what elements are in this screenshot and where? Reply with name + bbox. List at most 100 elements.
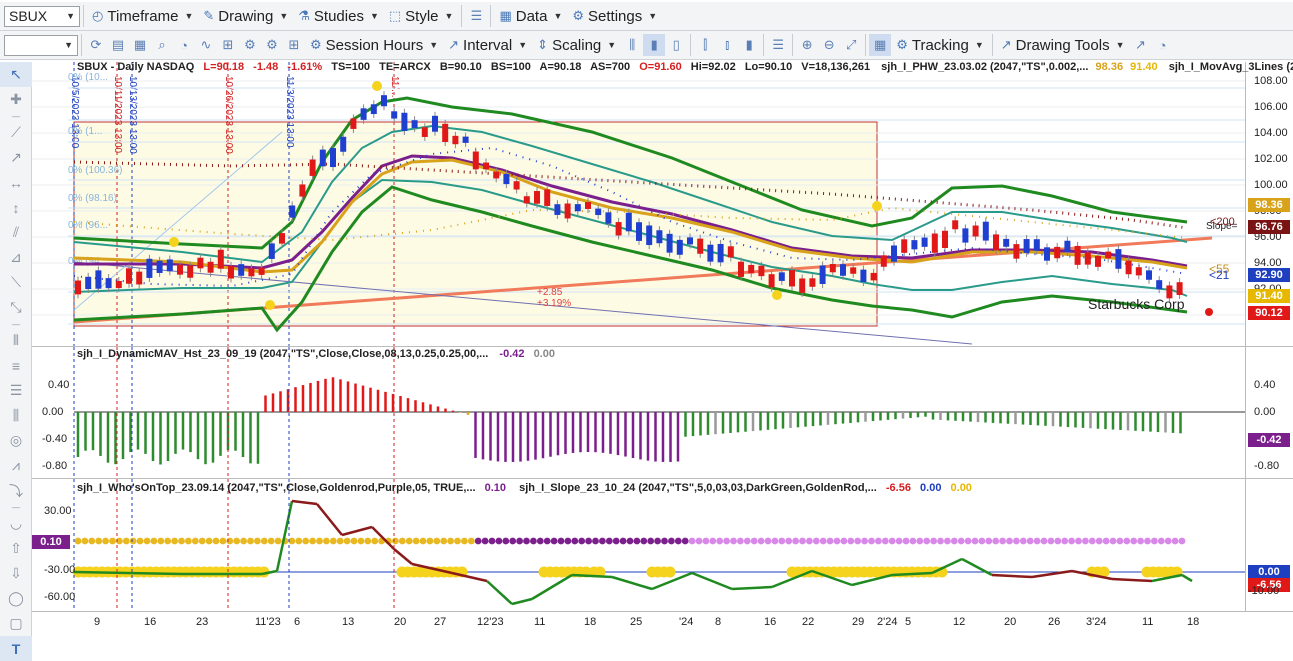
tracking-menu[interactable]: ⚙ Tracking ▼ <box>891 33 989 57</box>
fib-retracement-tool-icon[interactable]: ≡ <box>0 353 32 378</box>
whos-on-top-dot <box>909 537 917 545</box>
bar-type-icon[interactable]: ⫼ <box>621 34 643 56</box>
whos-on-top-dot <box>1116 537 1124 545</box>
refresh-data-icon[interactable]: ⊞ <box>283 34 305 56</box>
grid-icon[interactable]: ▦ <box>129 34 151 56</box>
arc-shape-tool-icon[interactable]: ◡ <box>0 511 32 536</box>
arc-tool-icon[interactable]: ⤵ <box>0 478 32 503</box>
whos-on-top-dot <box>709 537 717 545</box>
hollow-candle-icon[interactable]: ▯ <box>665 34 687 56</box>
candle-up <box>982 221 989 241</box>
candle-down <box>972 225 979 237</box>
whos-on-top-dot <box>916 537 924 545</box>
vertical-line-tool-icon[interactable]: ↕ <box>0 195 32 220</box>
oscillator-chart[interactable] <box>32 479 1245 612</box>
whos-on-top-dot <box>1082 537 1089 545</box>
oscillator-axis[interactable]: 0.00 -6.56 -10.00 <box>1245 478 1293 611</box>
text-tool-icon[interactable]: T <box>0 636 32 661</box>
rectangle-tool-icon[interactable]: ▢ <box>0 611 32 636</box>
wave-icon[interactable]: ∿ <box>195 34 217 56</box>
price-chart[interactable]: 10/5/2023 13:00 10/11/2023 13:00 10/13/202… <box>32 62 1245 346</box>
bars-icon[interactable]: ⫿ <box>694 34 716 56</box>
candle-up <box>370 104 377 115</box>
zoom-in-icon[interactable]: ⊕ <box>796 34 818 56</box>
parallel-channel-tool-icon[interactable]: ⫽ <box>0 220 32 245</box>
studies-menu[interactable]: ⚗ Studies ▼ <box>293 4 384 28</box>
refresh-icon[interactable]: ⟳ <box>85 34 107 56</box>
chevron-down-icon: ▼ <box>429 40 439 50</box>
trendline-tool-icon[interactable]: ⟋ <box>0 120 32 145</box>
ray-tool-icon[interactable]: ↗ <box>0 145 32 170</box>
crosshair-tool-icon[interactable]: ✚ <box>0 87 32 112</box>
table-icon[interactable]: ▦ <box>869 34 892 56</box>
dashboard-icon[interactable]: ◔ <box>1152 34 1174 56</box>
candle-up <box>401 112 408 131</box>
style-menu[interactable]: ⬚ Style ▼ <box>384 4 459 28</box>
whos-on-top-dot <box>661 537 668 545</box>
fib-timezone-tool-icon[interactable]: ⫼ <box>0 403 32 428</box>
candle-down <box>1084 252 1091 265</box>
whos-on-top-dot <box>1068 537 1075 545</box>
arrow-up-tool-icon[interactable]: ⇧ <box>0 536 32 561</box>
histogram-pane[interactable]: 0.40 0.00 -0.40 -0.80 <box>32 346 1245 479</box>
fit-icon[interactable]: ⤢ <box>840 34 862 56</box>
whos-on-top-dot <box>654 537 661 545</box>
whos-on-top-dot <box>875 537 882 545</box>
calendar-icon[interactable]: ▤ <box>107 34 129 56</box>
whos-on-top-value: 0.10 <box>484 482 507 494</box>
whos-on-top-dot <box>633 537 641 545</box>
vertical-bars-tool-icon[interactable]: ⦀ <box>0 328 32 353</box>
zoom-data-icon[interactable]: ⌕ <box>151 34 173 56</box>
trendline-icon[interactable]: ↗ <box>1130 34 1152 56</box>
price-tick-label: 104.00 <box>1254 127 1288 139</box>
params-icon[interactable]: ⚙ <box>261 34 283 56</box>
oscillator-pane[interactable]: 30.00 -30.00 -60.00 0.10 <box>32 478 1245 612</box>
session-hours-menu[interactable]: ⚙ Session Hours ▼ <box>305 33 443 57</box>
regression-tool-icon[interactable]: ⊿ <box>0 245 32 270</box>
chart-icon[interactable]: ⊞ <box>217 34 239 56</box>
price-badge-b4: 91.40 <box>1248 289 1290 303</box>
candle-icon[interactable]: ▮ <box>643 34 666 56</box>
histogram-axis[interactable]: 0.400.00-0.40-0.80-0.42 <box>1245 346 1293 478</box>
spiral-tool-icon[interactable]: ◎ <box>0 428 32 453</box>
slope-line <box>393 548 413 565</box>
timeframe-menu[interactable]: ◴ Timeframe ▼ <box>87 4 198 28</box>
speed-lines-tool-icon[interactable]: ⩘ <box>0 453 32 478</box>
window-icon[interactable]: ☰ <box>767 34 789 56</box>
interval-combo[interactable]: ▼ <box>4 34 78 56</box>
pointer-tool-icon[interactable]: ↖ <box>0 62 32 87</box>
divider <box>865 34 867 56</box>
time-axis[interactable]: 9 16 23 11'23 6 13 20 27 12'23 11 18 25 '24 8 16 22 29 2'… <box>32 611 1293 642</box>
layout-icon[interactable]: ☰ <box>465 5 487 27</box>
price-axis[interactable]: 108.00106.00104.00102.00100.0098.0096.00… <box>1245 62 1293 346</box>
symbol-combo[interactable]: SBUX ▼ <box>4 5 80 27</box>
speedometer-icon[interactable]: ◔ <box>173 34 195 56</box>
whos-on-top-dot <box>343 537 351 545</box>
fib-extension-tool-icon[interactable]: ☰ <box>0 378 32 403</box>
whos-on-top-dot <box>1019 537 1027 545</box>
histogram-chart[interactable] <box>32 347 1245 479</box>
whos-on-top-dot <box>447 537 454 545</box>
signal-dot <box>169 237 179 247</box>
horizontal-line-tool-icon[interactable]: ↔ <box>0 170 32 195</box>
drawing-menu[interactable]: ✎ Drawing ▼ <box>198 4 293 28</box>
price-pane[interactable]: 10/5/2023 13:00 10/11/2023 13:00 10/13/202… <box>32 62 1245 346</box>
ellipse-tool-icon[interactable]: ◯ <box>0 586 32 611</box>
candle-filled-icon[interactable]: ▮ <box>738 34 760 56</box>
interval-menu[interactable]: ↗ Interval ▼ <box>443 33 532 57</box>
settings-menu[interactable]: ⚙ Settings ▼ <box>567 4 662 28</box>
data-menu[interactable]: ▦ Data ▼ <box>494 4 567 28</box>
scaling-menu[interactable]: ⇕ Scaling ▼ <box>532 33 621 57</box>
whos-on-top-dot <box>419 537 427 545</box>
ohlc-icon[interactable]: ⫾ <box>716 34 738 56</box>
fib-fan-tool-icon[interactable]: ⤡ <box>0 295 32 320</box>
drawing-tools-menu[interactable]: ↗ Drawing Tools ▼ <box>996 33 1130 57</box>
candle-down <box>1054 246 1061 259</box>
zoom-out-icon[interactable]: ⊖ <box>818 34 840 56</box>
whos-on-top-dot <box>840 537 848 545</box>
chart-settings-icon[interactable]: ⚙ <box>239 34 261 56</box>
arrow-down-tool-icon[interactable]: ⇩ <box>0 561 32 586</box>
time-axis-label: 11 <box>1142 616 1154 628</box>
slope-line <box>961 557 993 577</box>
gann-tool-icon[interactable]: ⟍ <box>0 270 32 295</box>
